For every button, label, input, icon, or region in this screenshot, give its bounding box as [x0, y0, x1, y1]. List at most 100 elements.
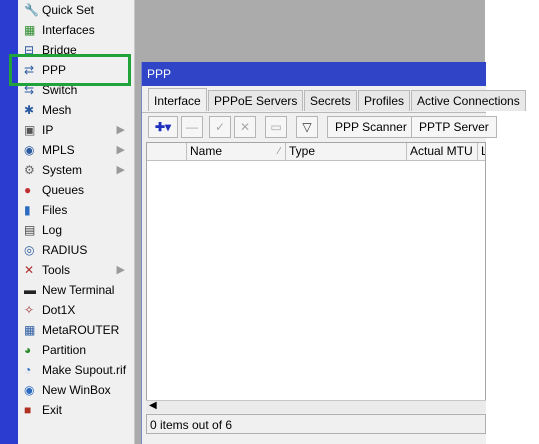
sidebar-item-label: Mesh [42, 103, 72, 117]
sidebar-item-tools[interactable]: ✕ Tools ▶ [18, 260, 134, 280]
enable-button[interactable]: ✓ [209, 116, 231, 138]
window-titlebar[interactable]: PPP [142, 62, 486, 86]
sidebar-item-system[interactable]: ⚙ System ▶ [18, 160, 134, 180]
tab-bar: Active Connections Profiles Secrets PPPo… [146, 88, 526, 112]
sidebar-item-label: Dot1X [42, 303, 76, 317]
column-label: Actual MTU [410, 144, 473, 158]
column-header-l[interactable]: L [478, 143, 485, 160]
column-label: L [481, 144, 485, 158]
filter-icon: ▽ [302, 120, 312, 134]
ppp-scanner-button[interactable]: PPP Scanner [327, 116, 415, 138]
sidebar-item-label: Files [42, 203, 68, 217]
sidebar-item-label: IP [42, 123, 54, 137]
sidebar-item-metarouter[interactable]: ▦ MetaROUTER [18, 320, 134, 340]
comment-icon: ▭ [270, 120, 282, 134]
queues-icon: ● [24, 183, 32, 197]
add-icon: ✚▾ [154, 120, 172, 134]
terminal-icon: ▬ [24, 283, 36, 297]
tools-icon: ✕ [24, 263, 35, 277]
check-icon: ✓ [214, 120, 226, 134]
sidebar-item-label: Partition [42, 343, 87, 357]
sidebar-item-interfaces[interactable]: ▦ Interfaces [18, 20, 134, 40]
sidebar-item-queues[interactable]: ● Queues [18, 180, 134, 200]
sidebar-item-label: Exit [42, 403, 63, 417]
sidebar-item-files[interactable]: ▮ Files [18, 200, 134, 220]
submenu-arrow-icon: ▶ [116, 144, 125, 156]
submenu-arrow-icon: ▶ [116, 164, 125, 176]
submenu-arrow-icon: ▶ [116, 124, 125, 136]
tab-label: Active Connections [417, 94, 520, 108]
tab-active-connections[interactable]: Active Connections [411, 90, 526, 111]
status-bar: 0 items out of 6 [146, 414, 486, 434]
column-header-name[interactable]: Name ⁄ [187, 143, 286, 160]
tab-divider [142, 112, 486, 113]
ip-icon: ▣ [24, 123, 36, 137]
exit-icon: ■ [24, 403, 32, 417]
horizontal-scrollbar[interactable]: ◀ [146, 400, 486, 413]
submenu-arrow-icon: ▶ [116, 264, 125, 276]
tab-secrets[interactable]: Secrets [304, 90, 357, 111]
tab-label: Interface [154, 94, 201, 108]
sidebar-item-label: Quick Set [42, 3, 95, 17]
sidebar-item-label: Tools [42, 263, 71, 277]
sidebar-item-new-winbox[interactable]: ◉ New WinBox [18, 380, 134, 400]
sidebar-item-label: System [42, 163, 83, 177]
sidebar-item-label: MetaROUTER [42, 323, 120, 337]
mpls-icon: ◉ [24, 143, 35, 157]
radius-icon: ◎ [24, 243, 35, 257]
winbox-icon: ◉ [24, 383, 35, 397]
sidebar-item-partition[interactable]: ◕ Partition [18, 340, 134, 360]
sidebar-item-label: Make Supout.rif [42, 363, 127, 377]
tab-pppoe-servers[interactable]: PPPoE Servers [208, 90, 304, 111]
toolbar: ✚▾ — ✓ ✕ ▭ ▽ PPP Scanner PPTP Server [146, 116, 497, 140]
tab-interface[interactable]: Interface [148, 88, 207, 111]
tab-label: PPPoE Servers [214, 94, 298, 108]
mesh-icon: ✱ [24, 103, 35, 117]
pptp-server-button[interactable]: PPTP Server [411, 116, 497, 138]
sidebar-item-quick-set[interactable]: 🔧 Quick Set [18, 0, 134, 20]
scroll-left-icon[interactable]: ◀ [149, 400, 157, 411]
log-icon: ▤ [24, 223, 36, 237]
sidebar-item-dot1x[interactable]: ✧ Dot1X [18, 300, 134, 320]
tab-profiles[interactable]: Profiles [358, 90, 411, 111]
sidebar-item-radius[interactable]: ◎ RADIUS [18, 240, 134, 260]
item-count: 0 items out of 6 [150, 418, 233, 432]
sidebar-item-mesh[interactable]: ✱ Mesh [18, 100, 134, 120]
partition-icon: ◕ [24, 343, 32, 357]
interface-table: Name ⁄ Type Actual MTU L [146, 142, 486, 412]
remove-button[interactable]: — [181, 116, 203, 138]
sidebar-item-label: Interfaces [42, 23, 95, 37]
sidebar-item-make-supout-rif[interactable]: ◔ Make Supout.rif [18, 360, 134, 380]
supout-icon: ◔ [24, 363, 32, 377]
tab-label: Profiles [364, 94, 405, 108]
dot1x-icon: ✧ [24, 303, 35, 317]
ppp-highlight-box [9, 54, 131, 86]
sidebar-item-exit[interactable]: ■ Exit [18, 400, 134, 420]
comment-button[interactable]: ▭ [265, 116, 287, 138]
pptp-server-label: PPTP Server [419, 120, 489, 134]
filter-button[interactable]: ▽ [296, 116, 318, 138]
sidebar-item-ip[interactable]: ▣ IP ▶ [18, 120, 134, 140]
cross-icon: ✕ [239, 120, 251, 134]
sidebar-item-log[interactable]: ▤ Log [18, 220, 134, 240]
sidebar-item-label: New Terminal [42, 283, 115, 297]
sidebar-item-label: RADIUS [42, 243, 88, 257]
column-header-actual-mtu[interactable]: Actual MTU [407, 143, 478, 160]
column-label: Name [190, 144, 223, 158]
table-header: Name ⁄ Type Actual MTU L [147, 143, 485, 161]
remove-icon: — [186, 120, 198, 134]
add-button[interactable]: ✚▾ [148, 116, 178, 138]
column-header-flags[interactable] [147, 143, 187, 160]
disable-button[interactable]: ✕ [234, 116, 256, 138]
ppp-scanner-label: PPP Scanner [335, 120, 407, 134]
column-label: Type [289, 144, 316, 158]
column-header-type[interactable]: Type [286, 143, 407, 160]
quick-set-icon: 🔧 [24, 3, 39, 17]
sidebar-item-label: MPLS [42, 143, 75, 157]
sidebar-item-new-terminal[interactable]: ▬ New Terminal [18, 280, 134, 300]
sort-icon: ⁄ [278, 146, 280, 157]
files-icon: ▮ [24, 203, 31, 217]
ppp-window: PPP Active Connections Profiles Secrets … [141, 62, 526, 444]
sidebar-item-mpls[interactable]: ◉ MPLS ▶ [18, 140, 134, 160]
sidebar-item-label: New WinBox [42, 383, 111, 397]
